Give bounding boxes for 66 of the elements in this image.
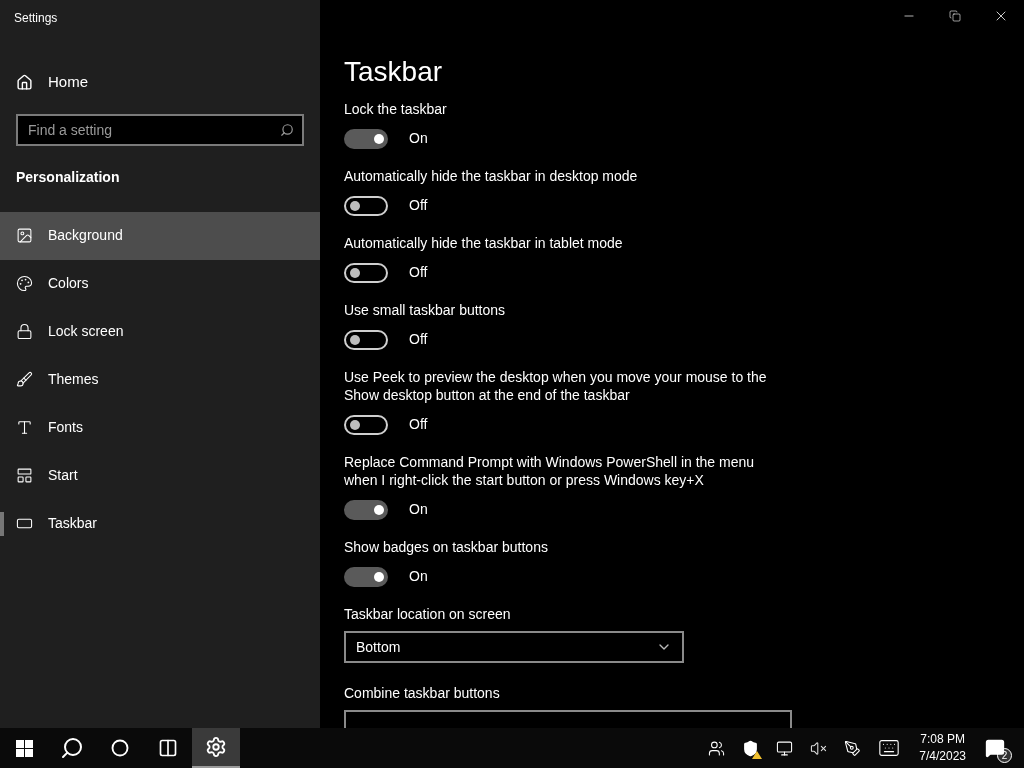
setting-label: Lock the taskbar xyxy=(344,100,448,118)
muted-speaker-icon[interactable] xyxy=(810,739,828,757)
setting-label: Automatically hide the taskbar in tablet mode xyxy=(344,234,624,252)
toggle-switch[interactable] xyxy=(344,566,388,587)
settings-icon xyxy=(205,736,227,758)
restore-icon xyxy=(949,10,961,22)
letter-icon xyxy=(16,419,33,436)
toggle-state: Off xyxy=(409,263,428,282)
clock[interactable]: 7:08 PM 7/4/2023 xyxy=(917,731,968,765)
taskbar-button[interactable] xyxy=(192,728,240,768)
pen-icon[interactable] xyxy=(844,739,862,757)
page-title: Taskbar xyxy=(344,55,443,89)
toggle-switch[interactable] xyxy=(344,128,388,149)
setting-label: Use small taskbar buttons xyxy=(344,301,507,319)
circle-icon xyxy=(111,739,129,757)
toggle-state: On xyxy=(409,567,428,586)
toggle-switch[interactable] xyxy=(344,195,388,216)
picture-frame-icon xyxy=(16,227,33,244)
toggle-state: Off xyxy=(409,415,428,434)
search-icon xyxy=(280,122,294,137)
toggle-switch[interactable] xyxy=(344,329,388,350)
people-icon[interactable] xyxy=(708,739,726,757)
nav-label: Background xyxy=(48,226,123,245)
nav-item[interactable]: Start xyxy=(0,451,320,500)
toggle-state: On xyxy=(409,500,428,519)
search-icon xyxy=(60,736,84,760)
nav-item[interactable]: Background xyxy=(0,211,320,260)
window-title: Settings xyxy=(14,10,58,27)
home-link[interactable]: Home xyxy=(16,71,88,94)
home-icon xyxy=(16,73,33,91)
nav-item[interactable]: Lock screen xyxy=(0,307,320,356)
network-icon[interactable] xyxy=(776,739,794,757)
keyboard-icon[interactable] xyxy=(878,737,901,759)
nav-item[interactable]: Taskbar xyxy=(0,499,320,548)
setting-label: Combine taskbar buttons xyxy=(344,684,500,702)
brush-icon xyxy=(16,371,33,388)
setting-label: Taskbar location on screen xyxy=(344,605,511,623)
setting-label: Automatically hide the taskbar in desktop mode xyxy=(344,167,639,185)
search-field[interactable]: Find a setting xyxy=(16,113,304,146)
dropdown[interactable]: Bottom xyxy=(344,631,684,663)
nav-item[interactable]: Colors xyxy=(0,259,320,308)
setting-label: Replace Command Prompt with Windows PowerShell in the menu when I right-click the start button or press Windows key+X xyxy=(344,453,756,489)
toggle-switch[interactable] xyxy=(344,499,388,520)
toggle-state: On xyxy=(409,129,428,148)
toggle-switch[interactable] xyxy=(344,414,388,435)
section-heading: Personalization xyxy=(16,167,120,187)
toggle-state: Off xyxy=(409,330,428,349)
setting-label: Show badges on taskbar buttons xyxy=(344,538,549,556)
task-view-icon xyxy=(158,738,178,758)
notification-icon[interactable] xyxy=(985,738,1005,758)
nav-label: Lock screen xyxy=(48,322,124,341)
lock-icon xyxy=(16,323,33,340)
nav-label: Start xyxy=(48,466,78,485)
nav-item[interactable]: Fonts xyxy=(0,403,320,452)
toggle-switch[interactable] xyxy=(344,262,388,283)
nav-label: Fonts xyxy=(48,418,83,437)
toggle-state: Off xyxy=(409,196,428,215)
nav-item[interactable]: Themes xyxy=(0,355,320,404)
windows-logo-icon xyxy=(15,739,33,757)
palette-icon xyxy=(16,275,33,292)
nav-label: Colors xyxy=(48,274,89,293)
tiles-icon xyxy=(16,467,33,484)
setting-label: Use Peek to preview the desktop when you move your mouse to the Show desktop button at the end of the taskbar xyxy=(344,368,768,404)
nav-label: Taskbar xyxy=(48,514,98,533)
nav-label: Themes xyxy=(48,370,99,389)
shield-warning-icon[interactable] xyxy=(742,739,760,757)
